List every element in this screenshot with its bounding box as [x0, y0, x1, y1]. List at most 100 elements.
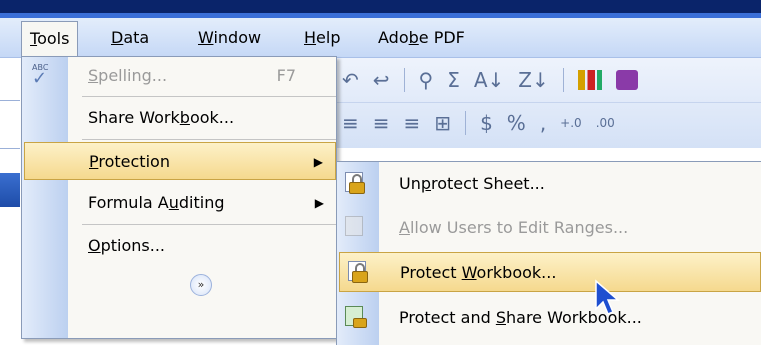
unprotect-sheet-label-pre: Un [399, 174, 421, 193]
menu-item-options[interactable]: Options... [22, 227, 336, 265]
protection-label: Protection [89, 143, 170, 181]
formula-auditing-label-post: diting [178, 193, 225, 212]
align-center-icon[interactable]: ≡ [373, 111, 390, 135]
check-mark-glyph: ✓ [32, 68, 48, 89]
submenu-arrow-icon: ▶ [313, 155, 323, 169]
menu-data-text: ata [123, 28, 150, 47]
toolbar-area: ↶ ↩ ⚲ Σ A↓ Z↓ ≡ ≡ ≡ ⊞ $ % , +.0 .00 [336, 58, 761, 148]
protect-workbook-icon [348, 261, 372, 285]
toolbar-separator [403, 68, 405, 92]
hyperlink-icon[interactable]: ⚲ [419, 68, 434, 92]
spelling-shortcut: F7 [276, 66, 296, 85]
menu-adobe-mnemonic: b [408, 28, 419, 47]
menu-window-mnemonic: W [198, 28, 214, 47]
menu-adobe-text-pre: Ado [378, 28, 409, 47]
tools-dropdown-menu: ABC ✓ Spelling... F7 Share Workbook... P… [21, 56, 337, 339]
spelling-mnemonic: S [88, 66, 99, 85]
toolbar-separator [465, 110, 467, 135]
share-workbook-label: Share Workbook... [88, 99, 234, 137]
menu-adobe-pdf[interactable]: Adobe PDF [370, 21, 473, 55]
menu-data[interactable]: Data [103, 21, 157, 55]
menu-item-share-workbook[interactable]: Share Workbook... [22, 99, 336, 137]
protection-label-post: rotection [98, 152, 170, 171]
menu-adobe-text: e PDF [418, 28, 465, 47]
sheet-mini-glyph [345, 216, 363, 236]
protection-mnemonic: P [89, 152, 99, 171]
menu-window[interactable]: Window [190, 21, 269, 55]
align-left-icon[interactable]: ≡ [342, 111, 359, 135]
menu-item-spelling[interactable]: ABC ✓ Spelling... F7 [22, 57, 336, 95]
research-icon[interactable] [615, 70, 638, 90]
menu-item-formula-auditing[interactable]: Formula Auditing ▶ [22, 184, 336, 222]
menu-tools[interactable]: Tools [21, 21, 79, 59]
menu-item-spelling-label: Spelling... [88, 57, 167, 95]
allow-users-mnemonic: A [399, 218, 410, 237]
protect-workbook-label-pre: Protect [400, 263, 462, 282]
menu-bar: Tools Data Window Help Adobe PDF [0, 18, 761, 59]
comma-style-icon[interactable]: , [540, 111, 546, 135]
share-workbook-mnemonic: b [179, 108, 190, 127]
submenu-item-protect-workbook[interactable]: Protect Workbook... [339, 252, 761, 292]
formula-auditing-label: Formula Auditing [88, 184, 225, 222]
standard-toolbar: ↶ ↩ ⚲ Σ A↓ Z↓ [336, 60, 761, 100]
unprotect-sheet-label-post: rotect Sheet... [431, 174, 545, 193]
protect-and-share-icon [345, 306, 369, 330]
protect-share-label-pre: Protect and [399, 308, 496, 327]
unprotect-sheet-mnemonic: p [420, 174, 432, 193]
menu-window-text: indow [213, 28, 262, 47]
options-mnemonic: O [88, 236, 101, 255]
share-workbook-label-post: ook... [189, 108, 235, 127]
menu-tools-text: ools [37, 29, 70, 48]
autosum-icon[interactable]: Σ [447, 68, 460, 92]
chart-wizard-icon[interactable] [577, 70, 602, 90]
lock-body-glyph [349, 182, 365, 194]
increase-decimal-icon[interactable]: +.0 [560, 116, 582, 130]
allow-users-edit-icon [345, 216, 369, 240]
submenu-item-allow-users-edit-ranges[interactable]: Allow Users to Edit Ranges... [337, 208, 761, 248]
allow-users-label: Allow Users to Edit Ranges... [399, 208, 628, 248]
sort-descending-icon[interactable]: Z↓ [518, 68, 548, 92]
merge-center-icon[interactable]: ⊞ [434, 111, 451, 135]
menu-item-protection[interactable]: Protection ▶ [24, 142, 336, 180]
lock-body-glyph [352, 271, 368, 283]
spelling-icon: ABC ✓ [32, 63, 56, 89]
menu-separator [82, 139, 336, 140]
options-label-post: ptions... [100, 236, 165, 255]
unprotect-sheet-icon [345, 172, 369, 196]
menu-help[interactable]: Help [296, 21, 348, 55]
protect-share-mnemonic: S [495, 308, 506, 327]
formatting-toolbar: ≡ ≡ ≡ ⊞ $ % , +.0 .00 [336, 102, 761, 142]
toolbar-separator [562, 68, 564, 92]
sheet-gridline [0, 100, 20, 101]
allow-users-label-post: llow Users to Edit Ranges... [409, 218, 629, 237]
protection-submenu: Unprotect Sheet... Allow Users to Edit R… [336, 161, 761, 345]
align-right-icon[interactable]: ≡ [404, 111, 421, 135]
row-header-selected [0, 173, 20, 207]
undo-icon[interactable]: ↶ [342, 68, 359, 92]
menu-expand-row: » [22, 267, 336, 305]
menu-data-mnemonic: D [111, 28, 124, 47]
protect-workbook-mnemonic: W [461, 263, 477, 282]
spelling-label-post: pelling... [98, 66, 168, 85]
protect-workbook-label: Protect Workbook... [400, 253, 556, 293]
menu-separator [82, 224, 336, 225]
redo-icon[interactable]: ↩ [373, 68, 390, 92]
currency-icon[interactable]: $ [480, 111, 493, 135]
title-bar-strip [0, 0, 761, 18]
menu-help-text: elp [316, 28, 341, 47]
menu-tools-mnemonic: T [30, 29, 38, 48]
options-label: Options... [88, 227, 165, 265]
submenu-arrow-icon: ▶ [314, 196, 324, 210]
submenu-item-protect-and-share[interactable]: Protect and Share Workbook... [337, 298, 761, 338]
menu-separator [82, 96, 336, 97]
lock-body-glyph [353, 318, 367, 328]
menu-help-mnemonic: H [304, 28, 317, 47]
formula-auditing-mnemonic: u [168, 193, 179, 212]
submenu-item-unprotect-sheet[interactable]: Unprotect Sheet... [337, 164, 761, 204]
sort-ascending-icon[interactable]: A↓ [474, 68, 504, 92]
percent-icon[interactable]: % [507, 111, 526, 135]
expand-menu-chevron-icon[interactable]: » [190, 274, 212, 296]
formula-auditing-label-pre: Formula A [88, 193, 169, 212]
unprotect-sheet-label: Unprotect Sheet... [399, 164, 545, 204]
decrease-decimal-icon[interactable]: .00 [596, 116, 615, 130]
